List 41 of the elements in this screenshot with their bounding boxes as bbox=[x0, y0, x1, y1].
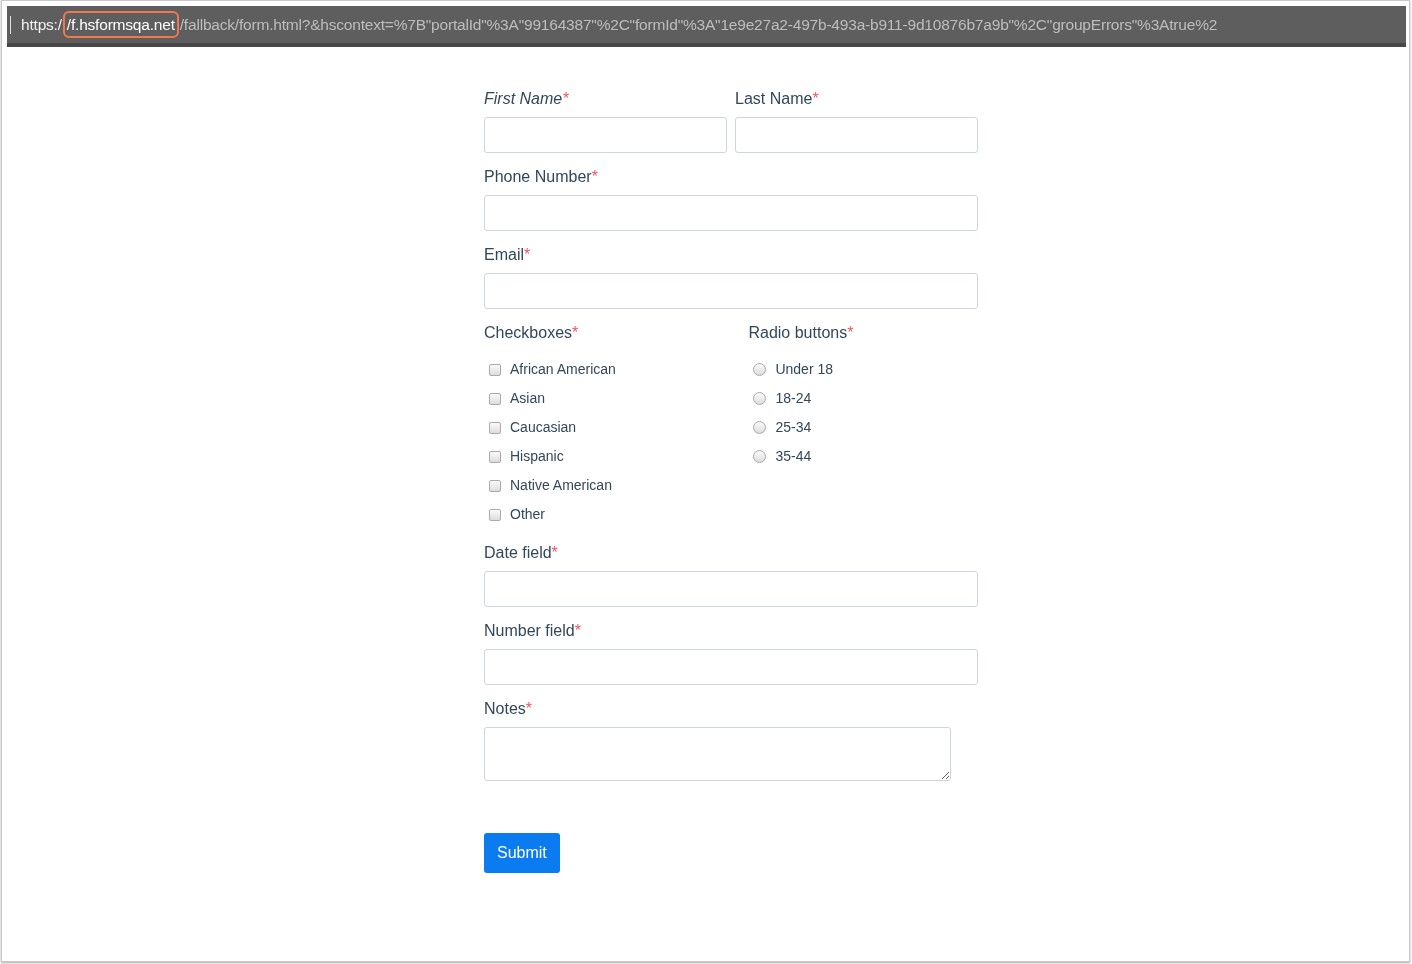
input-field[interactable] bbox=[484, 571, 978, 607]
option-label: Other bbox=[510, 505, 545, 524]
radio-button[interactable] bbox=[753, 450, 767, 463]
field-label: Phone Number* bbox=[484, 167, 598, 187]
url-host-text: /f.hsformsqa.net bbox=[62, 10, 179, 39]
address-bar[interactable]: https:/ /f.hsformsqa.net /fallback/form.html?&hscontext=%7B"portalId"%3A"99164387"%2C"formId"%3A"1e9e27a2-497b-493a-b911-9d10876b7a9b"%2C"groupErrors"%3Atrue%2 bbox=[7, 6, 1406, 47]
radio-button[interactable] bbox=[753, 392, 767, 405]
field-label: Last Name* bbox=[735, 89, 819, 109]
option-label: African American bbox=[510, 360, 616, 379]
option-label: Asian bbox=[510, 389, 546, 408]
option-label: 25-34 bbox=[775, 418, 812, 437]
input-field[interactable] bbox=[484, 195, 978, 231]
option-label: Native American bbox=[510, 476, 612, 495]
checkbox[interactable] bbox=[489, 392, 501, 405]
field-label: Number field* bbox=[484, 621, 581, 641]
radio-button[interactable] bbox=[753, 363, 767, 376]
option-label: 18-24 bbox=[775, 389, 812, 408]
field-label: Date field* bbox=[484, 543, 558, 563]
field-label: Notes* bbox=[484, 699, 533, 719]
field-label: First Name* bbox=[484, 89, 569, 109]
url-scheme-text: https:/ bbox=[21, 14, 62, 35]
option-label: Caucasian bbox=[510, 418, 577, 437]
input-field[interactable] bbox=[484, 649, 978, 685]
checkbox[interactable] bbox=[489, 363, 501, 376]
input-field[interactable] bbox=[484, 117, 727, 153]
checkbox[interactable] bbox=[489, 508, 501, 521]
option-label: Under 18 bbox=[775, 360, 834, 379]
input-field[interactable] bbox=[735, 117, 978, 153]
checkbox[interactable] bbox=[489, 421, 501, 434]
option-label: 35-44 bbox=[775, 447, 812, 466]
field-label: Email* bbox=[484, 245, 531, 265]
checkbox[interactable] bbox=[489, 450, 501, 463]
field-label: Checkboxes* bbox=[484, 323, 579, 343]
field-label: Radio buttons* bbox=[748, 323, 854, 343]
submit-button[interactable]: Submit bbox=[484, 833, 560, 873]
input-field[interactable] bbox=[484, 273, 978, 309]
radio-button[interactable] bbox=[753, 421, 767, 434]
url-path-text: /fallback/form.html?&hscontext=%7B"portalId"%3A"99164387"%2C"formId"%3A"1e9e27a2-497b-493a-b911-9d10876b7a9b"%2C"groupErrors"%3Atrue%2 bbox=[179, 14, 1218, 35]
notes-textarea[interactable] bbox=[484, 727, 951, 781]
checkbox[interactable] bbox=[489, 479, 501, 492]
option-label: Hispanic bbox=[510, 447, 564, 466]
